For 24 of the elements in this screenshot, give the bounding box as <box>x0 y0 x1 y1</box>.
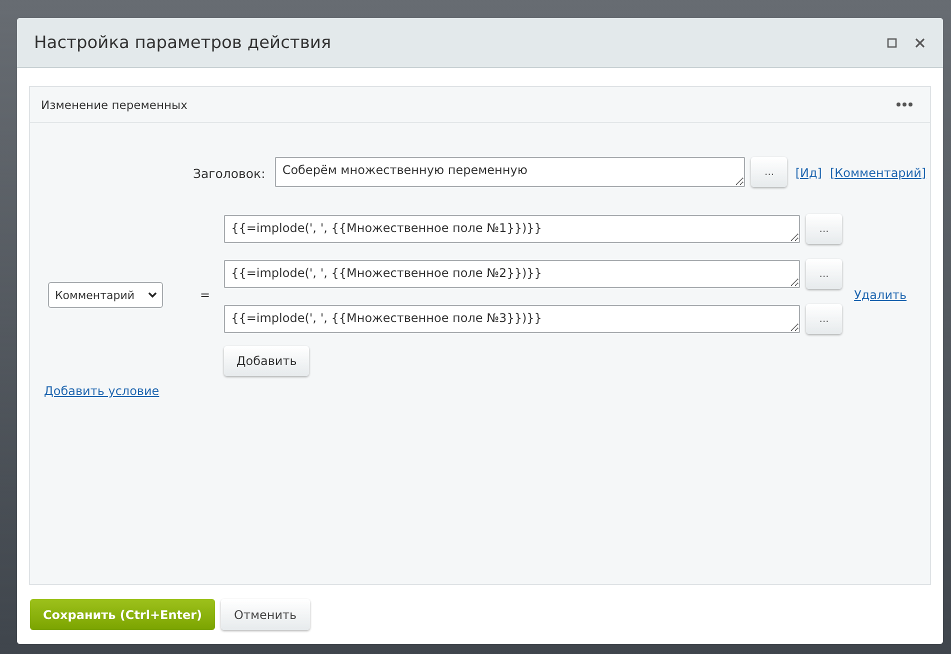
picker-button[interactable]: ... <box>806 259 842 289</box>
add-button[interactable]: Добавить <box>224 346 310 376</box>
maximize-icon[interactable] <box>887 38 897 48</box>
expression-field[interactable]: {{=implode(', ', {{Множественное поле №1}})}} <box>224 215 800 243</box>
chevron-icon <box>148 292 157 298</box>
more-icon[interactable] <box>896 102 913 107</box>
cancel-button[interactable]: Отменить <box>221 599 310 630</box>
equals-sign: = <box>200 288 210 302</box>
link[interactable]: [Ид] <box>795 166 822 180</box>
link[interactable]: [Комментарий] <box>830 166 926 180</box>
picker-button[interactable]: ... <box>751 157 788 187</box>
field-label: Заголовок: <box>193 166 266 181</box>
title-field[interactable]: Соберём множественную переменную <box>275 157 746 187</box>
close-icon[interactable] <box>915 38 925 48</box>
dialog-title: Настройка параметров действия <box>34 32 332 52</box>
picker-button[interactable]: ... <box>806 304 842 334</box>
expression-field[interactable]: {{=implode(', ', {{Множественное поле №3}})}} <box>224 305 800 333</box>
variable-select[interactable]: Комментарий <box>48 282 163 308</box>
select-value: Комментарий <box>55 288 135 302</box>
panel-title: Изменение переменных <box>41 98 188 112</box>
picker-button[interactable]: ... <box>806 214 842 244</box>
expression-field[interactable]: {{=implode(', ', {{Множественное поле №2}})}} <box>224 260 800 288</box>
delete-link[interactable]: Удалить <box>854 288 907 302</box>
add-condition-link[interactable]: Добавить условие <box>44 384 160 398</box>
